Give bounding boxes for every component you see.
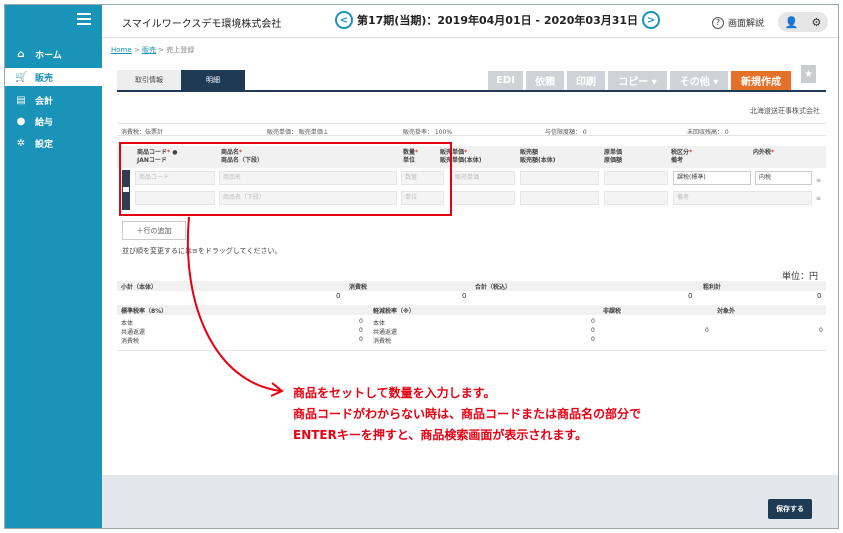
- callout-text: 商品をセットして数量を入力します。 商品コードがわからない時は、商品コードまたは…: [293, 383, 641, 446]
- footer-bar: [102, 475, 838, 528]
- save-button[interactable]: 保存する: [768, 499, 812, 519]
- callout-line-2: 商品コードがわからない時は、商品コードまたは商品名の部分で: [293, 407, 642, 421]
- callout-arrow: [186, 216, 284, 397]
- callout-line-1: 商品をセットして数量を入力します。: [293, 386, 496, 400]
- app-window: ⌂ ホーム 🛒 販売 ▤ 会計 ● 給与 ✲ 設定 スマイルワークスデモ環境株式会社 < …: [4, 4, 839, 529]
- callout-line-3: ENTERキーを押すと、商品検索画面が表示されます。: [293, 428, 588, 442]
